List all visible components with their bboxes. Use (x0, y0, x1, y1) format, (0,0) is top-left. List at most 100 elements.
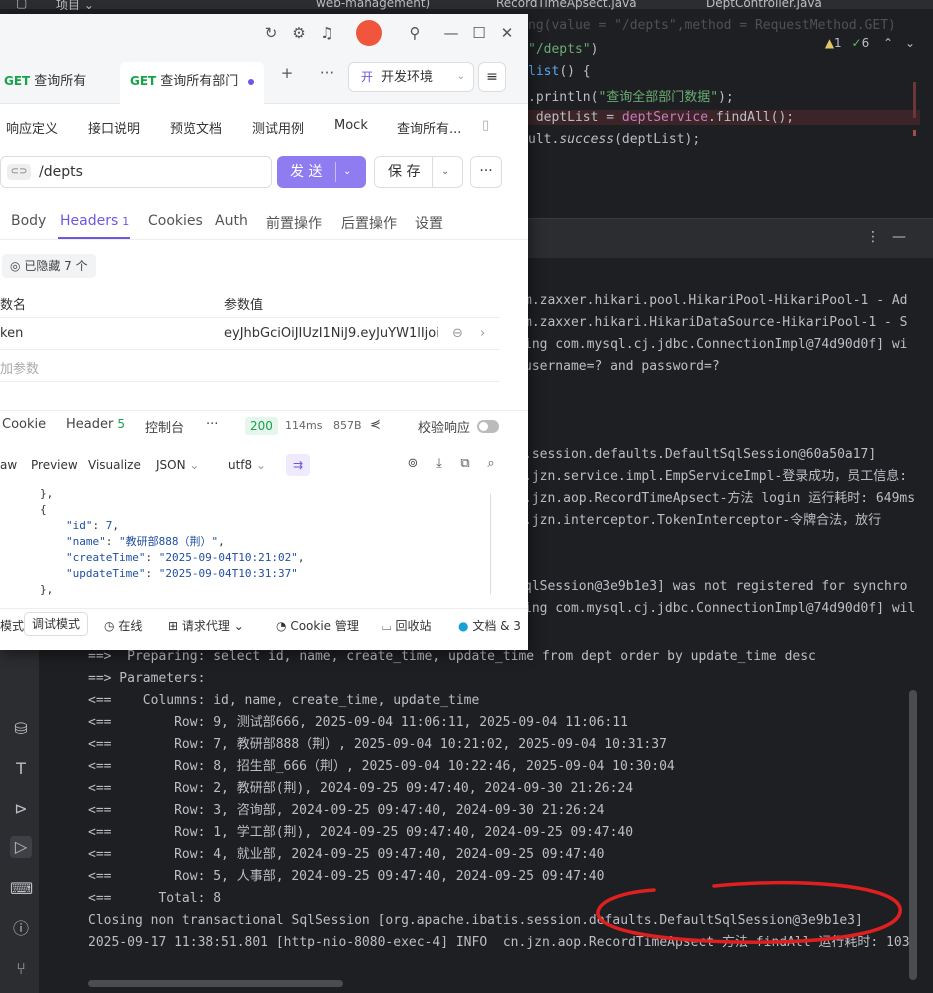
services-icon[interactable]: ⊳ (10, 798, 32, 820)
online-status[interactable]: ◷ 在线 (104, 617, 142, 634)
code-token: ng(value = "/depts",method = RequestMeth… (528, 18, 896, 33)
tab-response-cookie[interactable]: Cookie (2, 417, 46, 432)
tab-console[interactable]: 控制台 (145, 417, 184, 436)
format-select[interactable]: JSON ⌄ (156, 458, 199, 472)
filter-icon[interactable]: ⇉ (286, 454, 310, 476)
tab-mock[interactable]: Mock (334, 118, 368, 133)
send-button[interactable]: 发 送 ⌄ (277, 156, 366, 188)
database-icon[interactable]: ⛁ (10, 718, 32, 740)
tab-headers[interactable]: Headers 1 (60, 213, 129, 229)
error-stripe-mark[interactable] (913, 82, 916, 118)
ide-menu-icon[interactable]: ▢ (16, 0, 27, 10)
more-tabs-icon[interactable]: ··· (206, 417, 218, 432)
save-button[interactable]: 保 存 ⌄ (374, 156, 463, 188)
minimize-icon[interactable]: — (440, 22, 462, 44)
apifox-logo[interactable] (356, 20, 382, 46)
cookie-manager[interactable]: ◔ Cookie 管理 (276, 617, 359, 634)
chevron-down-icon: ⌄ (456, 71, 465, 82)
add-param-placeholder[interactable]: 加参数 (0, 358, 39, 377)
recycle-bin[interactable]: ⌴ 回收站 (382, 617, 431, 634)
tab-preview-doc[interactable]: 预览文档 (170, 118, 222, 137)
code-line[interactable]: "/depts") (528, 42, 598, 57)
chevron-up-icon[interactable]: ⌃ (883, 36, 893, 50)
chevron-down-icon[interactable]: ⌄ (905, 36, 915, 50)
code-line[interactable]: deptList = deptService.findAll(); (520, 110, 920, 125)
format-code-icon[interactable]: ⊚ (404, 456, 422, 471)
bell-icon[interactable]: ♫ (316, 22, 338, 44)
tab-dept-controller[interactable]: DeptController.java (706, 0, 822, 10)
hidden-headers-toggle[interactable]: ◎ 已隐藏 7 个 (2, 254, 96, 278)
code-line[interactable]: ult.success(deptList); (528, 132, 700, 147)
more-options-icon[interactable]: ⋮ (866, 229, 880, 245)
apifox-window: ↻ ⚙ ♫ ⚲ — ☐ ✕ GET 查询所有 GET 查询所有部门 + ··· 开开… (0, 14, 528, 650)
download-icon[interactable]: ⤓ (430, 456, 448, 471)
header-name-cell[interactable]: ken (0, 326, 23, 341)
search-icon[interactable]: ⌕ (482, 456, 500, 471)
tab-query-all-departments[interactable]: GET 查询所有部门 (120, 62, 265, 104)
tab-more-icon[interactable]: ··· (316, 62, 338, 84)
format-label: JSON (156, 458, 186, 472)
encoding-select[interactable]: utf8 ⌄ (228, 458, 266, 472)
add-param-row[interactable]: 加参数 (0, 350, 500, 382)
chevron-down-icon[interactable]: ⌄ (343, 156, 351, 188)
mode-label[interactable]: 模式 (0, 617, 24, 634)
tab-response-header[interactable]: Header 5 (66, 417, 125, 432)
view-raw[interactable]: aw (0, 458, 17, 472)
pin-icon[interactable]: ⚲ (404, 22, 426, 44)
debug-mode-button[interactable]: 调试模式 (24, 612, 89, 636)
table-row[interactable]: ken eyJhbGciOiJIUzI1NiJ9.eyJuYW1lIjoi ⊖ … (0, 318, 500, 350)
code-line[interactable]: ng(value = "/depts",method = RequestMeth… (528, 18, 896, 33)
git-icon[interactable]: ⑂ (10, 958, 32, 980)
view-preview[interactable]: Preview (31, 458, 78, 472)
maximize-icon[interactable]: ☐ (468, 22, 490, 44)
url-input[interactable]: ⊂⊃ /depts (0, 156, 272, 188)
remove-icon[interactable]: ⊖ (452, 326, 463, 341)
tab-query-all-run[interactable]: 查询所有... (397, 118, 461, 137)
code-line[interactable]: list() { (528, 64, 591, 79)
environment-select[interactable]: 开开发环境 ⌄ (348, 62, 474, 92)
run-icon[interactable]: ▷ (10, 836, 32, 858)
tab-api-description[interactable]: 接口说明 (88, 118, 140, 137)
gear-icon[interactable]: ⚙ (288, 22, 310, 44)
copy-icon[interactable]: ⧉ (456, 456, 474, 471)
terminal-icon[interactable]: ⌨ (10, 878, 33, 900)
header-value-cell[interactable]: eyJhbGciOiJIUzI1NiJ9.eyJuYW1lIjoi (224, 326, 438, 341)
json-scrollbar[interactable] (490, 494, 491, 594)
check-icon: ✓ (851, 36, 862, 50)
console-vertical-scrollbar[interactable] (909, 690, 917, 980)
tab-test-cases[interactable]: 测试用例 (252, 118, 304, 137)
chevron-down-icon[interactable]: ⌄ (441, 157, 449, 187)
more-actions-button[interactable]: ··· (470, 156, 502, 188)
tab-query-all[interactable]: GET 查询所有 (0, 62, 96, 104)
add-tab-icon[interactable]: + (276, 62, 298, 84)
share-icon[interactable]: ⋞ (370, 417, 381, 432)
chevron-right-icon[interactable]: › (480, 326, 485, 341)
docs-link[interactable]: ● 文档 & 3 (458, 617, 521, 634)
tab-body[interactable]: Body (11, 213, 46, 229)
tab-cookies[interactable]: Cookies (148, 213, 203, 229)
tab-auth[interactable]: Auth (215, 213, 248, 229)
code-line[interactable]: .println("查询全部部门数据"); (528, 86, 734, 105)
panel-toggle-icon[interactable]: ▯ (482, 118, 489, 133)
tab-record-time-aspect[interactable]: RecordTimeApsect.java (496, 0, 637, 10)
env-badge: 开 (361, 70, 374, 84)
save-label: 保 存 (388, 164, 421, 180)
problems-icon[interactable]: ⓘ (10, 918, 32, 940)
tab-response-definition[interactable]: 响应定义 (6, 118, 58, 137)
tab-settings[interactable]: 设置 (415, 213, 443, 233)
tab-pre-processors[interactable]: 前置操作 (266, 213, 322, 233)
menu-icon[interactable]: ≡ (478, 62, 506, 92)
console-horizontal-scrollbar[interactable] (88, 980, 343, 987)
error-stripe-mark[interactable] (913, 130, 916, 136)
inspection-widget[interactable]: ▲1 ✓6 ⌃ ⌄ (825, 36, 915, 50)
refresh-icon[interactable]: ↻ (260, 22, 282, 44)
verify-response-toggle[interactable] (477, 420, 499, 433)
close-icon[interactable]: ✕ (496, 22, 518, 44)
minimize-icon[interactable]: — (892, 229, 906, 245)
module-tab[interactable]: web-management) (316, 0, 430, 10)
request-proxy-menu[interactable]: ⊞ 请求代理 ⌄ (168, 617, 244, 634)
view-visualize[interactable]: Visualize (88, 458, 141, 472)
json-response-body[interactable]: }, {"id": 7, "name": "教研部888（荆）", "createTi… (0, 486, 500, 596)
text-tool-icon[interactable]: T (10, 758, 32, 780)
tab-post-processors[interactable]: 后置操作 (341, 213, 397, 233)
